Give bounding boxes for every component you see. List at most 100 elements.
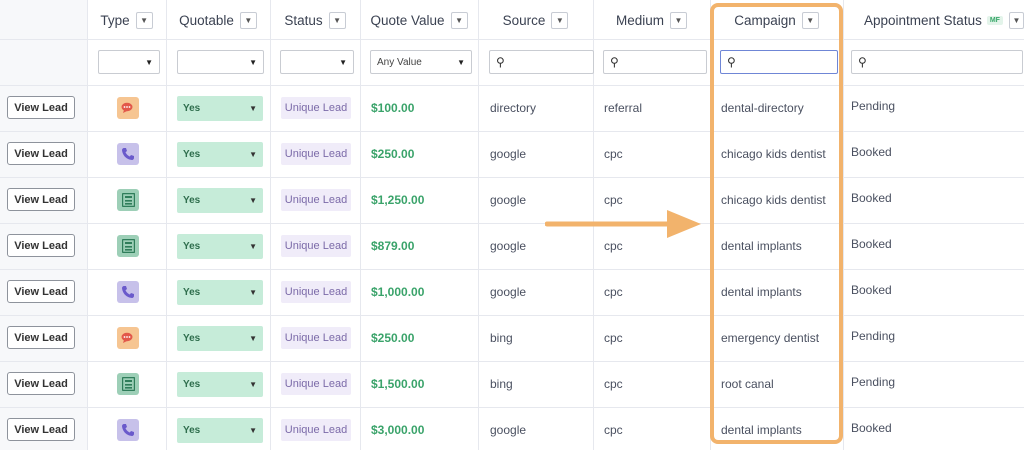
quotable-select[interactable]: Yes ▼ [177,372,263,397]
lead-type-chat-icon [117,327,139,349]
status-badge: Unique Lead [281,143,351,165]
source-cell: google [490,423,527,437]
quotable-value: Yes [183,103,201,114]
source-cell: google [490,147,527,161]
quotable-value: Yes [183,149,201,160]
quotable-select[interactable]: Yes ▼ [177,280,263,305]
medium-cell: cpc [604,423,623,437]
quotable-value: Yes [183,287,201,298]
source-cell: bing [490,331,513,345]
dropdown-caret-icon: ▼ [249,57,257,67]
col-divider [270,0,271,450]
medium-cell: referral [604,101,643,115]
source-cell: directory [490,101,537,115]
dropdown-caret-icon: ▼ [457,57,465,67]
chevron-down-icon[interactable]: ▼ [239,11,257,29]
quotable-value: Yes [183,379,201,390]
dropdown-caret-icon: ▼ [249,150,257,159]
chevron-down-icon[interactable]: ▼ [328,11,346,29]
header-type-label: Type [100,12,130,28]
status-badge: Unique Lead [281,327,351,349]
header-quote-value[interactable]: Quote Value ▼ [360,0,478,40]
col-divider [87,0,88,450]
appointment-search-input[interactable]: ⚲ [851,50,1023,74]
appointment-status-cell: Booked [851,283,892,297]
status-badge: Unique Lead [281,235,351,257]
quotable-value: Yes [183,241,201,252]
quotable-select[interactable]: Yes ▼ [177,326,263,351]
dropdown-caret-icon: ▼ [249,288,257,297]
view-lead-button[interactable]: View Lead [7,188,75,211]
header-source-label: Source [502,12,546,28]
header-type[interactable]: Type ▼ [87,0,166,40]
chevron-down-icon[interactable]: ▼ [450,11,468,29]
header-quotable[interactable]: Quotable ▼ [166,0,270,40]
header-medium-label: Medium [615,12,664,28]
quotable-select[interactable]: Yes ▼ [177,418,263,443]
quotable-select[interactable]: Yes ▼ [177,234,263,259]
chevron-down-icon[interactable]: ▼ [1008,11,1024,29]
lead-type-form-icon [117,373,139,395]
quotable-value: Yes [183,195,201,206]
appointment-status-cell: Pending [851,99,896,113]
col-divider [360,0,361,450]
view-lead-button[interactable]: View Lead [7,96,75,119]
type-filter-select[interactable]: ▼ [98,50,160,74]
header-status[interactable]: Status ▼ [270,0,360,40]
quotable-select[interactable]: Yes ▼ [177,188,263,213]
source-cell: google [490,285,527,299]
header-source[interactable]: Source ▼ [478,0,593,40]
medium-cell: cpc [604,331,623,345]
appointment-status-cell: Booked [851,191,892,205]
view-lead-button[interactable]: View Lead [7,142,75,165]
view-lead-button[interactable]: View Lead [7,372,75,395]
dropdown-caret-icon: ▼ [249,196,257,205]
header-medium[interactable]: Medium ▼ [593,0,710,40]
campaign-column-highlight [710,3,843,444]
quotable-filter-select[interactable]: ▼ [177,50,264,74]
status-badge: Unique Lead [281,97,351,119]
header-appointment-status[interactable]: Appointment Status MF ▼ [843,0,1024,40]
appointment-status-cell: Booked [851,421,892,435]
quote-value-cell: $3,000.00 [371,423,425,437]
quote-value-cell: $1,000.00 [371,285,425,299]
appointment-status-cell: Pending [851,375,896,389]
status-badge: Unique Lead [281,419,351,441]
medium-search-input[interactable]: ⚲ [603,50,707,74]
quotable-value: Yes [183,333,201,344]
quote-value-filter-select[interactable]: Any Value ▼ [370,50,472,74]
chevron-down-icon[interactable]: ▼ [670,11,687,29]
col-divider [843,0,844,450]
medium-cell: cpc [604,377,623,391]
col-divider [478,0,479,450]
status-filter-select[interactable]: ▼ [280,50,354,74]
mf-badge: MF [986,15,1003,25]
view-lead-button[interactable]: View Lead [7,234,75,257]
chevron-down-icon[interactable]: ▼ [135,11,153,29]
search-icon: ⚲ [858,55,867,69]
source-cell: google [490,239,527,253]
view-lead-button[interactable]: View Lead [7,418,75,441]
appointment-status-cell: Pending [851,329,896,343]
view-lead-button[interactable]: View Lead [7,280,75,303]
dropdown-caret-icon: ▼ [249,380,257,389]
chevron-down-icon[interactable]: ▼ [551,11,569,29]
lead-type-phone-icon [117,143,139,165]
lead-type-phone-icon [117,281,139,303]
header-quote-value-label: Quote Value [370,12,445,28]
source-search-input[interactable]: ⚲ [489,50,594,74]
header-quotable-label: Quotable [179,12,234,28]
quote-value-cell: $879.00 [371,239,415,253]
quote-value-cell: $1,500.00 [371,377,425,391]
quote-value-cell: $250.00 [371,147,415,161]
source-cell: google [490,193,527,207]
quotable-value: Yes [183,425,201,436]
leads-table: Type ▼ Quotable ▼ Status ▼ Quote Value ▼… [0,0,1024,450]
quotable-select[interactable]: Yes ▼ [177,142,263,167]
arrow-right-icon [545,210,701,238]
quotable-select[interactable]: Yes ▼ [177,96,263,121]
status-badge: Unique Lead [281,189,351,211]
dropdown-caret-icon: ▼ [249,104,257,113]
view-lead-button[interactable]: View Lead [7,326,75,349]
status-badge: Unique Lead [281,281,351,303]
